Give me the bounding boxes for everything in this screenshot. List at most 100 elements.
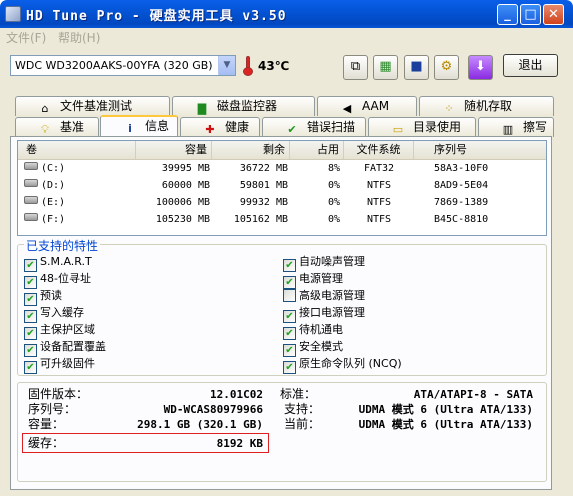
supported-value: UDMA 模式 6 (Ultra ATA/133) [358,403,533,416]
volume-filesystem: NTFS [366,214,392,225]
volume-filesystem: NTFS [366,197,392,208]
volume-serial: 8AD9-5E04 [434,180,489,191]
tab-aam[interactable]: ◀ AAM [317,96,417,116]
download-button[interactable]: ⬇ [468,55,493,80]
col-capacity[interactable]: 容量 [136,141,212,159]
feature-label: 写入缓存 [40,306,84,319]
tab-benchmark[interactable]: 💡︎ 基准 [15,117,99,137]
feature-label: 主保护区域 [40,323,95,336]
table-row[interactable]: (D:) 60000 MB 59801 MB 0% NTFS 8AD9-5E04 [18,177,546,194]
volume-capacity: 100006 MB [155,197,210,208]
feature-label: 原生命令队列 (NCQ) [299,357,402,370]
feature-label: 预读 [40,289,62,302]
feature-advanced-power-management: 高级电源管理 [283,289,365,305]
feature-label: 待机通电 [299,323,343,336]
window-title: HD Tune Pro - 硬盘实用工具 v3.50 [26,9,287,24]
col-free[interactable]: 剩余 [212,141,290,159]
volume-serial: 7869-1389 [434,197,489,208]
drive-icon [24,196,38,204]
tab-info[interactable]: i 信息 [100,115,178,136]
temperature-readout: 43℃ [258,59,290,73]
volume-free: 99932 MB [239,197,288,208]
download-icon: ⬇ [475,59,486,74]
tab-label: 信息 [145,119,170,133]
tab-area: ⌂ 文件基准测试 ▇ 磁盘监控器 ◀ AAM ⁘ 随机存取 💡︎ 基准 i 信息 ✚ 健康 ✔… [0,90,573,496]
tab-folder-usage[interactable]: ▭ 目录使用 [368,117,476,137]
feature-interface-power-management: ✔ 接口电源管理 [283,306,365,323]
tab-error-scan[interactable]: ✔ 错误扫描 [262,117,366,137]
copy-button[interactable]: ⧉ [343,55,368,80]
table-row[interactable]: (E:) 100006 MB 99932 MB 0% NTFS 7869-138… [18,194,546,211]
checkbox: ✔ [24,327,37,340]
col-volume[interactable]: 卷 [18,141,136,159]
cache-value: 8192 KB [216,437,263,450]
tab-random-access[interactable]: ⁘ 随机存取 [419,96,554,116]
speaker-icon: ◀ [342,102,352,115]
checkbox: ✔ [283,344,296,357]
checkbox: ✔ [283,276,296,289]
minimize-button[interactable]: _ [497,4,518,25]
options-icon: ⚙ [440,59,453,74]
maximize-button[interactable]: □ [520,4,541,25]
feature-device-config-overlay: ✔ 设备配置覆盖 [24,340,106,357]
features-title: 已支持的特性 [24,237,101,254]
tab-label: 目录使用 [413,120,462,134]
benchmark-icon: ⌂ [41,102,49,115]
features-group: 已支持的特性 ✔ S.M.A.R.T ✔ 48-位寻址 ✔ 预读 ✔ 写入缓存 ✔ 主保护… [17,237,547,376]
checkbox: ✔ [24,344,37,357]
col-serial[interactable]: 序列号 [414,141,546,159]
checkbox [283,289,296,302]
lightbulb-icon: 💡︎ [41,123,49,136]
current-value: UDMA 模式 6 (Ultra ATA/133) [358,418,533,431]
feature-label: 48-位寻址 [40,272,91,285]
volume-free: 105162 MB [233,214,288,225]
checkbox: ✔ [24,310,37,323]
exit-button[interactable]: 退出 [503,54,558,77]
table-row[interactable]: (C:) 39995 MB 36722 MB 8% FAT32 58A3-10F… [18,160,546,177]
checkbox: ✔ [283,327,296,340]
feature-security-mode: ✔ 安全模式 [283,340,343,357]
copy-screen-button[interactable]: ▦ [373,55,398,80]
tab-health[interactable]: ✚ 健康 [180,117,260,137]
feature-power-up-standby: ✔ 待机通电 [283,323,343,340]
tab-disk-monitor[interactable]: ▇ 磁盘监控器 [172,96,315,116]
standard-value: ATA/ATAPI-8 - SATA [413,388,533,401]
close-button[interactable]: ✕ [543,4,564,25]
tab-label: 擦写 [523,120,548,134]
tab-file-benchmark[interactable]: ⌂ 文件基准测试 [15,96,170,116]
save-button[interactable]: ■ [404,55,429,80]
volume-used: 0% [327,197,340,208]
title-bar: HD Tune Pro - 硬盘实用工具 v3.50 _ □ ✕ [0,0,573,28]
cache-label: 缓存： [28,436,65,450]
menu-file[interactable]: 文件(F) [6,29,46,46]
firmware-label: 固件版本： [28,387,89,401]
random-access-icon: ⁘ [444,102,454,115]
col-filesystem[interactable]: 文件系统 [344,141,414,159]
save-icon: ■ [410,59,423,74]
checkbox: ✔ [24,276,37,289]
drive-select[interactable]: WDC WD3200AAKS-00YFA (320 GB) ▼ [10,55,236,76]
checkbox: ✔ [24,361,37,374]
menu-bar: 文件(F) 帮助(H) [0,28,573,46]
checkbox: ✔ [283,259,296,272]
serial-label: 序列号： [28,402,77,416]
feature-label: 高级电源管理 [299,289,365,302]
tab-erase[interactable]: ▥ 擦写 [478,117,554,137]
options-button[interactable]: ⚙ [434,55,459,80]
volume-name: (D:) [24,177,65,194]
col-used[interactable]: 占用 [290,141,344,159]
tab-label: 错误扫描 [307,120,356,134]
drive-icon [24,179,38,187]
check-icon: ✔ [287,123,297,136]
volume-name: (C:) [24,160,65,177]
health-cross-icon: ✚ [205,123,215,136]
chevron-down-icon[interactable]: ▼ [218,56,235,75]
folder-icon: ▭ [392,123,404,136]
drive-icon [24,213,38,221]
menu-help[interactable]: 帮助(H) [58,29,100,46]
feature-label: 设备配置覆盖 [40,340,106,353]
tab-label: AAM [362,99,390,113]
feature-aam: ✔ 自动噪声管理 [283,255,365,272]
table-row[interactable]: (F:) 105230 MB 105162 MB 0% NTFS B45C-88… [18,211,546,228]
volume-table: 卷 容量 剩余 占用 文件系统 序列号 (C:) 39995 MB 36722 … [17,140,547,236]
